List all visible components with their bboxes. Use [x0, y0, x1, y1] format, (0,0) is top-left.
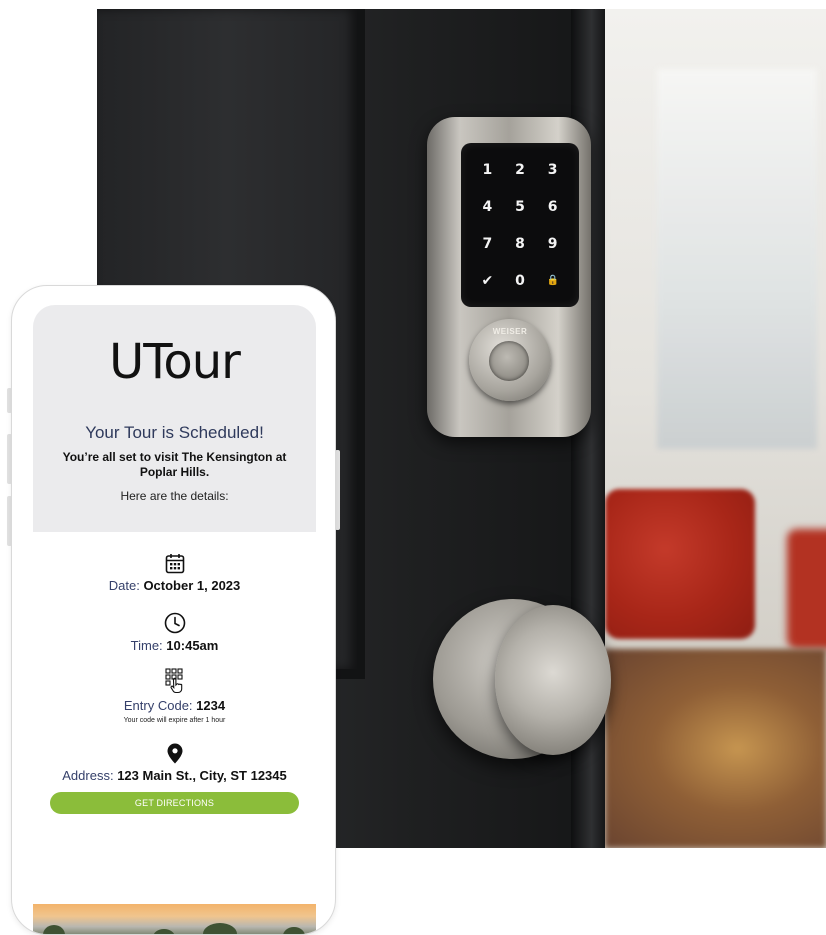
lock-key: 8 — [515, 235, 525, 252]
lock-key: 7 — [482, 235, 493, 252]
room-window — [657, 69, 817, 449]
lock-key: 6 — [547, 198, 558, 215]
get-directions-button[interactable]: GET DIRECTIONS — [50, 792, 299, 814]
location-pin-icon — [33, 738, 316, 764]
entry-code-label: Entry Code: — [123, 698, 193, 713]
lock-key: 5 — [515, 198, 525, 215]
entry-code-value: 1234 — [196, 698, 226, 713]
calendar-icon — [33, 548, 316, 574]
details-intro: Here are the details: — [120, 489, 229, 503]
key-cylinder: WEISER — [469, 319, 551, 401]
red-chair-back — [787, 529, 826, 649]
door-knob — [495, 605, 611, 755]
hero-tree — [43, 925, 65, 934]
email-screen: UTour Your Tour is Scheduled! You’re all… — [33, 305, 316, 934]
rug — [605, 649, 826, 848]
time-row: Time: 10:45am — [33, 638, 316, 654]
date-row: Date: October 1, 2023 — [33, 578, 316, 594]
utour-logo: UTour — [109, 334, 241, 390]
hero-tree — [283, 927, 305, 934]
address-value: 123 Main St., City, ST 12345 — [117, 768, 287, 783]
date-label: Date: — [108, 578, 140, 593]
hero-tree — [203, 923, 237, 934]
lock-key: 4 — [482, 198, 493, 215]
email-header: UTour Your Tour is Scheduled! You’re all… — [33, 305, 316, 532]
entry-code-note: Your code will expire after 1 hour — [123, 717, 226, 724]
keyway — [489, 341, 529, 381]
clock-icon — [33, 608, 316, 634]
property-photo — [33, 904, 316, 934]
date-block: Date: October 1, 2023 — [33, 548, 316, 594]
time-value: 10:45am — [166, 638, 219, 653]
tour-details: Date: October 1, 2023 Time: 10:45am Entr… — [33, 532, 316, 814]
time-label: Time: — [130, 638, 163, 653]
keypad-icon — [33, 668, 316, 694]
hero-tree — [153, 929, 175, 934]
phone-mockup: UTour Your Tour is Scheduled! You’re all… — [11, 285, 336, 935]
page-title: Your Tour is Scheduled! — [85, 423, 264, 442]
lock-key-check: ✔ — [481, 272, 494, 289]
address-block: Address: 123 Main St., City, ST 12345 — [33, 738, 316, 784]
entry-code-row: Entry Code: 1234 — [33, 698, 316, 714]
lock-key: 9 — [547, 235, 558, 252]
address-label: Address: — [62, 768, 114, 783]
lock-key-lock: 🔒 — [546, 275, 559, 286]
tour-subtitle: You’re all set to visit The Kensington a… — [62, 450, 287, 479]
lock-brand-logo: WEISER — [492, 327, 528, 336]
address-row: Address: 123 Main St., City, ST 12345 — [33, 768, 316, 784]
lock-key: 1 — [482, 161, 493, 178]
entry-code-block: Entry Code: 1234 Your code will expire a… — [33, 668, 316, 724]
lock-key: 2 — [515, 161, 525, 178]
red-chair — [605, 489, 755, 639]
smart-lock-keypad: 1 2 3 4 5 6 7 8 9 ✔ 0 🔒 — [461, 143, 579, 307]
date-value: October 1, 2023 — [143, 578, 241, 593]
lock-key: 3 — [547, 161, 558, 178]
lock-key: 0 — [515, 272, 525, 289]
time-block: Time: 10:45am — [33, 608, 316, 654]
